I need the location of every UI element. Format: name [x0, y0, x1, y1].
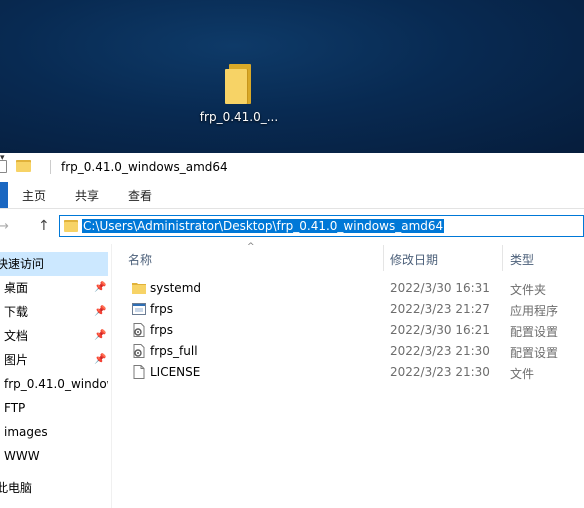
column-divider[interactable]: [383, 245, 384, 271]
nav-quick-access[interactable]: 快速访问: [0, 252, 108, 276]
nav-ftp[interactable]: FTP: [0, 396, 108, 420]
column-header-date[interactable]: 修改日期: [390, 251, 438, 268]
file-date: 2022/3/23 21:30: [390, 344, 490, 358]
file-rows: systemd 2022/3/30 16:31 文件夹 frps 2022/3/…: [112, 277, 584, 387]
config-icon: [131, 322, 147, 338]
navigation-pane: 快速访问 桌面 📌 下载 📌 文档 📌 图片 📌 frp_0.41.0_wind…: [0, 244, 112, 508]
file-date: 2022/3/30 16:21: [390, 323, 490, 337]
pin-icon[interactable]: 📌: [94, 276, 106, 300]
folder-icon: [225, 64, 253, 104]
nav-item-label: 下载: [4, 305, 29, 319]
address-row: → ↑ C:\Users\Administrator\Desktop\frp_0…: [0, 209, 584, 244]
nav-item-label: 桌面: [4, 281, 29, 295]
desktop: frp_0.41.0_...: [0, 0, 584, 153]
nav-item-label: 图片: [4, 353, 29, 367]
file-name: frps: [150, 302, 174, 316]
table-row[interactable]: [112, 431, 584, 452]
table-row[interactable]: systemd 2022/3/30 16:31 文件夹: [112, 277, 584, 298]
up-arrow-icon[interactable]: ↑: [38, 218, 50, 234]
address-bar[interactable]: C:\Users\Administrator\Desktop\frp_0.41.…: [59, 215, 584, 237]
nav-documents[interactable]: 文档 📌: [0, 324, 108, 348]
folder-icon: [64, 220, 78, 232]
forward-arrow-icon[interactable]: →: [0, 219, 9, 234]
app-icon: [131, 301, 147, 317]
title-separator: [50, 160, 51, 174]
nav-images[interactable]: images: [0, 420, 108, 444]
nav-item-label: 此电脑: [0, 481, 33, 495]
tab-share[interactable]: 共享: [75, 187, 99, 204]
file-date: 2022/3/30 16:31: [390, 281, 490, 295]
pin-icon[interactable]: 📌: [94, 300, 106, 324]
file-date: 2022/3/23 21:30: [390, 365, 490, 379]
table-row[interactable]: frps_full 2022/3/23 21:30 配置设置: [112, 340, 584, 361]
column-header-name[interactable]: 名称: [128, 251, 152, 268]
nav-frp-folder[interactable]: frp_0.41.0_windows_amd64: [0, 372, 108, 396]
tab-view[interactable]: 查看: [128, 187, 152, 204]
column-header-type[interactable]: 类型: [510, 251, 534, 268]
table-row[interactable]: LICENSE 2022/3/23 21:30 文件: [112, 361, 584, 382]
table-row[interactable]: frps 2022/3/23 21:27 应用程序: [112, 298, 584, 319]
nav-downloads[interactable]: 下载 📌: [0, 300, 108, 324]
nav-item-label: frp_0.41.0_windows_amd64: [4, 377, 108, 391]
file-date: 2022/3/23 21:27: [390, 302, 490, 316]
column-divider[interactable]: [502, 245, 503, 271]
nav-item-label: 文档: [4, 329, 29, 343]
folder-icon: [131, 280, 147, 296]
nav-item-label: FTP: [4, 401, 26, 415]
file-type: 配置设置: [510, 325, 559, 339]
tab-home[interactable]: 主页: [22, 187, 46, 204]
title-bar: ▾ frp_0.41.0_windows_amd64: [0, 153, 584, 181]
desktop-folder-shortcut[interactable]: frp_0.41.0_...: [196, 64, 282, 124]
file-type: 文件夹: [510, 283, 547, 297]
new-folder-icon[interactable]: [16, 160, 31, 172]
config-icon: [131, 343, 147, 359]
window-title: frp_0.41.0_windows_amd64: [61, 160, 228, 174]
file-name: frps: [150, 323, 174, 337]
ribbon-tabs: 主页 共享 查看: [0, 181, 584, 209]
sort-ascending-icon: ^: [247, 242, 255, 252]
nav-item-label: images: [4, 425, 48, 439]
nav-item-label: WWW: [4, 449, 40, 463]
nav-item-label: 快速访问: [0, 257, 45, 271]
pin-icon[interactable]: 📌: [94, 324, 106, 348]
nav-www[interactable]: WWW: [0, 444, 108, 468]
file-name: LICENSE: [150, 365, 201, 379]
pin-icon[interactable]: 📌: [94, 348, 106, 372]
file-type: 配置设置: [510, 346, 559, 360]
table-row[interactable]: frps 2022/3/30 16:21 配置设置: [112, 319, 584, 340]
properties-icon[interactable]: [0, 160, 7, 173]
nav-desktop[interactable]: 桌面 📌: [0, 276, 108, 300]
file-tab[interactable]: [0, 182, 8, 208]
nav-pictures[interactable]: 图片 📌: [0, 348, 108, 372]
desktop-icon-label: frp_0.41.0_...: [199, 110, 279, 124]
file-icon: [131, 364, 147, 380]
file-name: frps_full: [150, 344, 198, 358]
file-type: 文件: [510, 367, 535, 381]
address-path[interactable]: C:\Users\Administrator\Desktop\frp_0.41.…: [82, 219, 445, 233]
nav-this-pc[interactable]: 此电脑: [0, 476, 108, 500]
file-name: systemd: [150, 281, 201, 295]
file-type: 应用程序: [510, 304, 559, 318]
